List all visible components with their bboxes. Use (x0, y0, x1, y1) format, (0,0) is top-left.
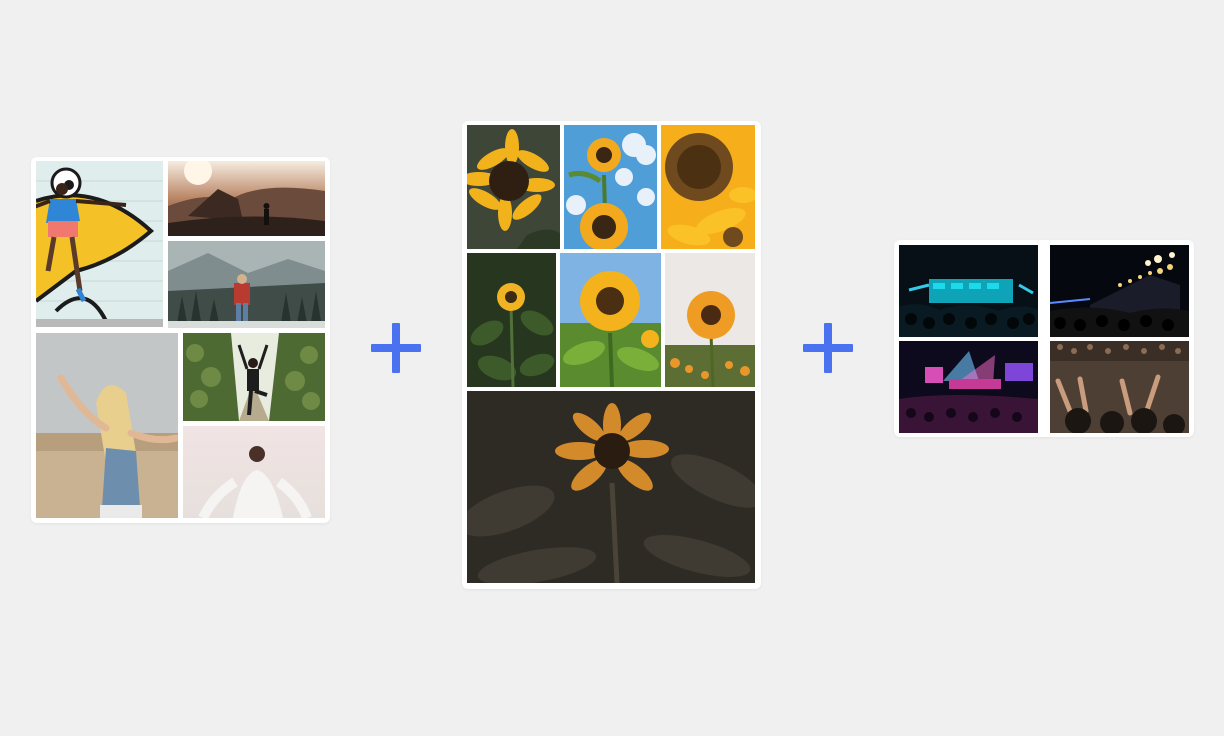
photo-concert-crowd-hands[interactable] (1050, 341, 1189, 433)
photo-sunflower-green-leaves[interactable] (467, 253, 556, 387)
photo-woman-white-field[interactable] (183, 426, 325, 518)
plus-icon (371, 323, 421, 373)
photo-sunflower-dark-moody[interactable] (467, 391, 755, 583)
photo-field-woman-arms-spread[interactable] (36, 333, 178, 518)
photo-sunflower-petals-macro[interactable] (661, 125, 755, 249)
photo-vineyard-yoga-woman[interactable] (183, 333, 325, 421)
photo-cliff-sunset-hiker[interactable] (168, 161, 325, 236)
photo-sunflower-closeup[interactable] (467, 125, 560, 249)
sunflower-collage (462, 121, 761, 589)
photo-sunflowers-blue-sky[interactable] (564, 125, 657, 249)
plus-icon (803, 323, 853, 373)
people-collage (31, 157, 330, 523)
photo-concert-fireworks[interactable] (1050, 245, 1189, 337)
concert-collage (894, 240, 1194, 437)
photo-graffiti-wall-person[interactable] (36, 161, 163, 327)
photo-sunflower-field-dusk[interactable] (665, 253, 755, 387)
photo-sunflower-field-sky[interactable] (560, 253, 661, 387)
photo-concert-pink-screens[interactable] (899, 341, 1038, 433)
photo-concert-blue-stage[interactable] (899, 245, 1038, 337)
photo-mountain-forest-hiker[interactable] (168, 241, 325, 328)
